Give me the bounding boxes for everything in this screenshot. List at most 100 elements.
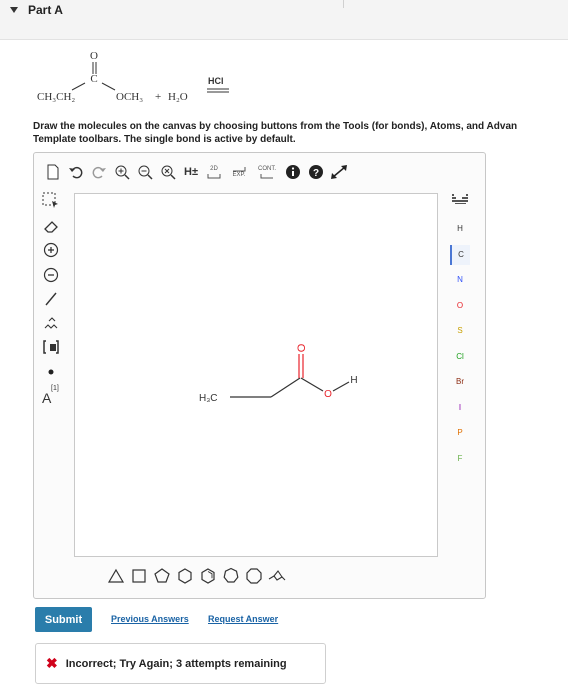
select-tool-button[interactable] [41,191,61,211]
square-ring-icon [132,569,146,583]
template-toolbar [74,561,294,591]
feedback-message: Incorrect; Try Again; 3 attempts remaini… [65,657,287,670]
atom-button-o[interactable]: O [450,296,470,316]
heptagon-ring-icon [223,567,239,583]
undo-icon [69,166,83,179]
cyclopentane-template-button[interactable] [152,566,172,586]
atom-button-cl[interactable]: Cl [450,347,470,367]
atom-button-p[interactable]: P [450,423,470,443]
atom-button-f[interactable]: F [450,449,470,469]
new-document-button[interactable] [44,162,62,182]
instructions-line-2: Template toolbars. The single bond is ac… [33,134,296,145]
atom-button-s[interactable]: S [450,321,470,341]
contract-label: CONT. [258,165,276,172]
hydroxyl-oxygen-label: O [324,389,332,400]
radical-button[interactable] [41,362,61,382]
info-icon [286,165,300,179]
atom-button-i[interactable]: I [450,398,470,418]
cyclobutane-template-button[interactable] [129,566,149,586]
triangle-ring-icon [107,568,125,583]
part-a-toggle[interactable]: Part A [10,3,63,17]
chair-template-button[interactable] [267,566,287,586]
drawing-canvas[interactable]: H₃C O O H [74,193,438,557]
contract-icon [260,173,273,178]
instructions-line-1: Draw the molecules on the canvas by choo… [33,121,518,132]
atom-properties-superscript: [1] [51,385,59,392]
zoom-out-button[interactable] [136,162,154,182]
hexagon-ring-icon [178,568,192,584]
header-divider [343,0,344,8]
contract-button[interactable]: CONT. [255,162,279,182]
bracket-tool-button[interactable] [41,337,61,357]
view-2d-button[interactable]: 2D [205,162,223,182]
expand-button[interactable]: EXP. [228,162,250,182]
reaction-diagram: O C CH₃CH₂ OCH₃ + H₂O HCl [37,50,229,103]
carbonyl-oxygen-label: O [296,343,308,352]
cyclohexane-template-button[interactable] [175,566,195,586]
benzene-ring-icon [201,568,215,584]
instructions: Draw the molecules on the canvas by choo… [33,120,568,146]
zoom-out-icon [138,165,153,180]
negative-charge-button[interactable] [41,265,61,285]
view-2d-icon [207,173,221,178]
part-title: Part A [28,3,63,17]
plus-charge-icon [43,242,59,258]
molecule-editor: H± 2D EXP. CONT. ? A [1] H₃C O O H H C N… [33,152,486,599]
periodic-table-button[interactable] [450,193,470,213]
single-bond-button[interactable] [41,289,61,309]
part-header: Part A [0,0,568,40]
fullscreen-arrows-icon [331,165,347,179]
hydrogen-toggle-button[interactable]: H± [182,162,200,182]
cyclooctane-template-button[interactable] [244,566,264,586]
zoom-in-button[interactable] [113,162,131,182]
svg-text:?: ? [313,168,319,179]
octagon-ring-icon [246,568,262,584]
hydrogen-toggle-label: H± [184,166,198,178]
atom-button-c[interactable]: C [450,244,470,265]
atoms-toolbar: H C N O S Cl Br I P F [444,193,474,493]
help-icon: ? [309,165,323,179]
minus-charge-icon [43,267,59,283]
methoxy-group: OCH₃ [116,91,143,103]
chain-tool-button[interactable] [41,313,61,333]
plus-sign: + [155,91,161,103]
cycloheptane-template-button[interactable] [221,566,241,586]
bracket-icon [43,340,59,354]
info-button[interactable] [284,162,302,182]
reagent-hcl: HCl [208,76,224,86]
feedback-box: ✖ Incorrect; Try Again; 3 attempts remai… [35,643,326,684]
methyl-group-label: H₃C [199,393,218,404]
incorrect-x-icon: ✖ [46,655,58,671]
atom-properties-button[interactable]: A [1] [41,383,65,409]
undo-button[interactable] [67,162,85,182]
single-bond-icon [45,292,57,306]
redo-icon [92,166,106,179]
atom-properties-label: A [42,390,52,406]
request-answer-link[interactable]: Request Answer [208,614,278,624]
chair-conformation-icon [268,570,286,581]
atom-button-br[interactable]: Br [450,372,470,392]
submit-button[interactable]: Submit [35,607,92,632]
collapse-triangle-icon[interactable] [10,7,18,13]
atom-button-h[interactable]: H [450,219,470,239]
previous-answers-link[interactable]: Previous Answers [111,614,189,624]
redo-button[interactable] [90,162,108,182]
reaction-equation: O C CH₃CH₂ OCH₃ + H₂O HCl [32,48,292,108]
zoom-reset-button[interactable] [159,162,177,182]
chain-icon [44,317,58,329]
benzene-template-button[interactable] [198,566,218,586]
atom-button-n[interactable]: N [450,270,470,290]
positive-charge-button[interactable] [41,240,61,260]
drawn-molecule: H₃C O O H [199,343,358,404]
ester-carbonyl-carbon: C [90,73,97,85]
cyclopropane-template-button[interactable] [106,566,126,586]
document-icon [47,164,59,180]
eraser-icon [44,221,58,233]
eraser-tool-button[interactable] [41,216,61,236]
zoom-reset-icon [161,165,176,180]
pentagon-ring-icon [154,568,170,583]
fullscreen-button[interactable] [330,162,348,182]
expand-label: EXP. [232,171,246,178]
ethyl-group: CH₃CH₂ [37,91,75,103]
help-button[interactable]: ? [307,162,325,182]
